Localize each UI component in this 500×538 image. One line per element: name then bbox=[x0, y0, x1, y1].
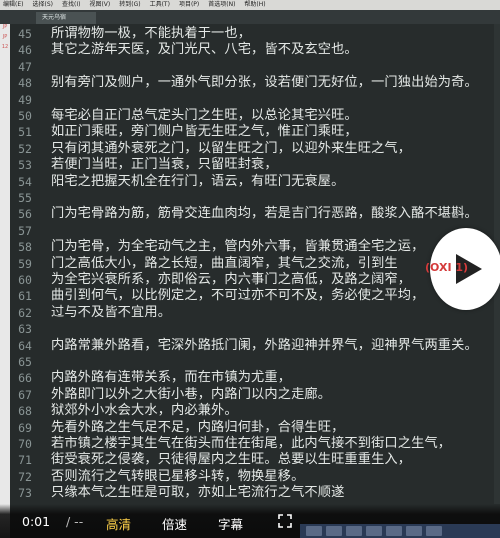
menu-item[interactable]: 工具(T) bbox=[150, 0, 170, 10]
code-line: 内路常兼外路看，宅深外路抵门阑，外路迎神并界气，迎神界气两重关。 bbox=[51, 337, 478, 353]
taskbar bbox=[300, 524, 500, 538]
menu-item[interactable]: 项目(P) bbox=[179, 0, 199, 10]
code-line: 只有闭其通外衰死之门，以留生旺之门，以迎外来生旺之气， bbox=[51, 140, 412, 156]
line-number: 55 bbox=[18, 191, 32, 205]
tab-file[interactable]: 天元乌宿 bbox=[36, 12, 96, 24]
time-display: 0:01 bbox=[22, 514, 51, 529]
line-number: 70 bbox=[18, 437, 32, 451]
line-number: 48 bbox=[18, 76, 32, 91]
line-number: 54 bbox=[18, 174, 32, 189]
line-number: 45 bbox=[18, 27, 32, 41]
taskbar-app-icon[interactable] bbox=[326, 526, 342, 536]
line-number: 67 bbox=[18, 387, 32, 402]
line-number: 64 bbox=[18, 338, 32, 353]
line-number: 73 bbox=[18, 486, 32, 501]
code-line: 门为宅骨路为筋，筋骨交连血肉均，若是吉门行恶路，酸浆入酪不堪斟。 bbox=[51, 206, 478, 222]
line-number: 53 bbox=[18, 158, 32, 173]
left-panel-label: JP bbox=[2, 34, 8, 40]
line-number: 59 bbox=[18, 256, 32, 271]
tab-bar: 天元乌宿 bbox=[0, 10, 500, 24]
taskbar-app-icon[interactable] bbox=[386, 526, 402, 536]
code-line: 若便门当旺，正门当衰，只留旺封衰， bbox=[51, 157, 278, 173]
code-line: 内路外路有连带关系，而在市镇为尤重， bbox=[51, 370, 292, 386]
code-line: 为全宅兴衰所系，亦即俗云，内六事门之高低，及路之阔窄， bbox=[51, 272, 412, 287]
line-number: 71 bbox=[18, 453, 32, 468]
code-line: 只缘本气之生旺是可取，亦如上宅流行之气不顺遂 bbox=[51, 485, 345, 501]
menu-item[interactable]: 编辑(E) bbox=[3, 0, 23, 10]
code-line: 若市镇之楼宇其生气在街头而住在街尾，此内气接不到街口之生气， bbox=[51, 436, 452, 451]
watermark-overlay: (OXI 1) bbox=[425, 261, 469, 274]
taskbar-app-icon[interactable] bbox=[306, 526, 322, 536]
code-line: 如正门乘旺，旁门侧户皆无生旺之气，惟正门乘旺， bbox=[51, 124, 358, 140]
line-number: 58 bbox=[18, 240, 32, 255]
code-line: 先看外路之生气足不足，内路归何卦，合得生旺， bbox=[51, 419, 345, 435]
line-number: 51 bbox=[18, 125, 32, 140]
code-line: 曲引到何气，以比例定之，不可过亦不可不及，务必使之平均， bbox=[51, 288, 425, 304]
code-line: 过与不及皆不宜用。 bbox=[51, 304, 172, 320]
taskbar-app-icon[interactable] bbox=[346, 526, 362, 536]
line-number: 65 bbox=[18, 355, 32, 369]
left-panel-label: 12 bbox=[1, 44, 9, 50]
line-number: 68 bbox=[18, 404, 32, 419]
code-line: 否则流行之气转眼已星移斗转，物换星移。 bbox=[51, 468, 305, 484]
code-line: 所谓物物一极，不能执着于一也， bbox=[51, 26, 252, 41]
line-number: 63 bbox=[18, 322, 32, 337]
code-line: 外路即门以外之大街小巷，内路门以内之走廊。 bbox=[51, 386, 332, 402]
code-line: 街受衰死之侵袭，只徒得屋内之生旺。总要以生旺重重生入， bbox=[51, 452, 412, 468]
taskbar-app-icon[interactable] bbox=[426, 526, 442, 536]
duration-display: / -- bbox=[66, 514, 84, 529]
line-number: 52 bbox=[18, 141, 32, 156]
line-number: 49 bbox=[18, 92, 32, 107]
code-line: 门之高低大小，路之长短，曲直阔窄，其气之交流，引到生 bbox=[51, 255, 398, 271]
speed-button[interactable]: 倍速 bbox=[162, 514, 187, 533]
menu-item[interactable]: 转到(G) bbox=[119, 0, 140, 10]
line-number: 62 bbox=[18, 305, 32, 320]
code-line: 其它之游年天医，及门光尺、八宅，皆不及玄空也。 bbox=[51, 42, 358, 58]
left-panel-label: JP bbox=[2, 24, 8, 30]
menu-item[interactable]: 选择(S) bbox=[32, 0, 53, 10]
line-number: 47 bbox=[18, 59, 32, 74]
code-line: 门为宅骨，为全宅动气之主，管内外六事，皆兼贯通全宅之运， bbox=[51, 239, 425, 255]
quality-button[interactable]: 高清 bbox=[106, 514, 131, 533]
code-line: 别有旁门及侧户，一通外气即分张，设若便门无好位，一门独出始为奇。 bbox=[51, 75, 478, 91]
line-number: 56 bbox=[18, 207, 32, 222]
line-number: 60 bbox=[18, 273, 32, 287]
subtitle-button[interactable]: 字幕 bbox=[218, 514, 243, 533]
left-panel: JP JP 12 bbox=[0, 10, 10, 538]
menu-item[interactable]: 视图(V) bbox=[89, 0, 110, 10]
line-number: 66 bbox=[18, 371, 32, 386]
line-number: 50 bbox=[18, 109, 32, 123]
line-number: 72 bbox=[18, 469, 32, 484]
menu-item[interactable]: 查找(I) bbox=[62, 0, 80, 10]
taskbar-app-icon[interactable] bbox=[366, 526, 382, 536]
line-number: 46 bbox=[18, 43, 32, 58]
menu-item[interactable]: 首选项(N) bbox=[208, 0, 235, 10]
code-line: 狱郊外小水会大水，内必兼外。 bbox=[51, 403, 238, 419]
line-number: 69 bbox=[18, 420, 32, 435]
code-line: 阳宅之把握天机全在行门，语云，有旺门无衰屋。 bbox=[51, 173, 345, 189]
menu-bar: 编辑(E) 选择(S) 查找(I) 视图(V) 转到(G) 工具(T) 项目(P) 首选项(N… bbox=[0, 0, 500, 10]
line-number: 61 bbox=[18, 289, 32, 304]
menu-item[interactable]: 帮助(H) bbox=[244, 0, 265, 10]
line-number: 57 bbox=[18, 223, 32, 238]
taskbar-app-icon[interactable] bbox=[406, 526, 422, 536]
fullscreen-icon[interactable] bbox=[278, 514, 292, 528]
code-line: 每宅必自正门总气定头门之生旺，以总论其宅兴旺。 bbox=[51, 108, 358, 123]
